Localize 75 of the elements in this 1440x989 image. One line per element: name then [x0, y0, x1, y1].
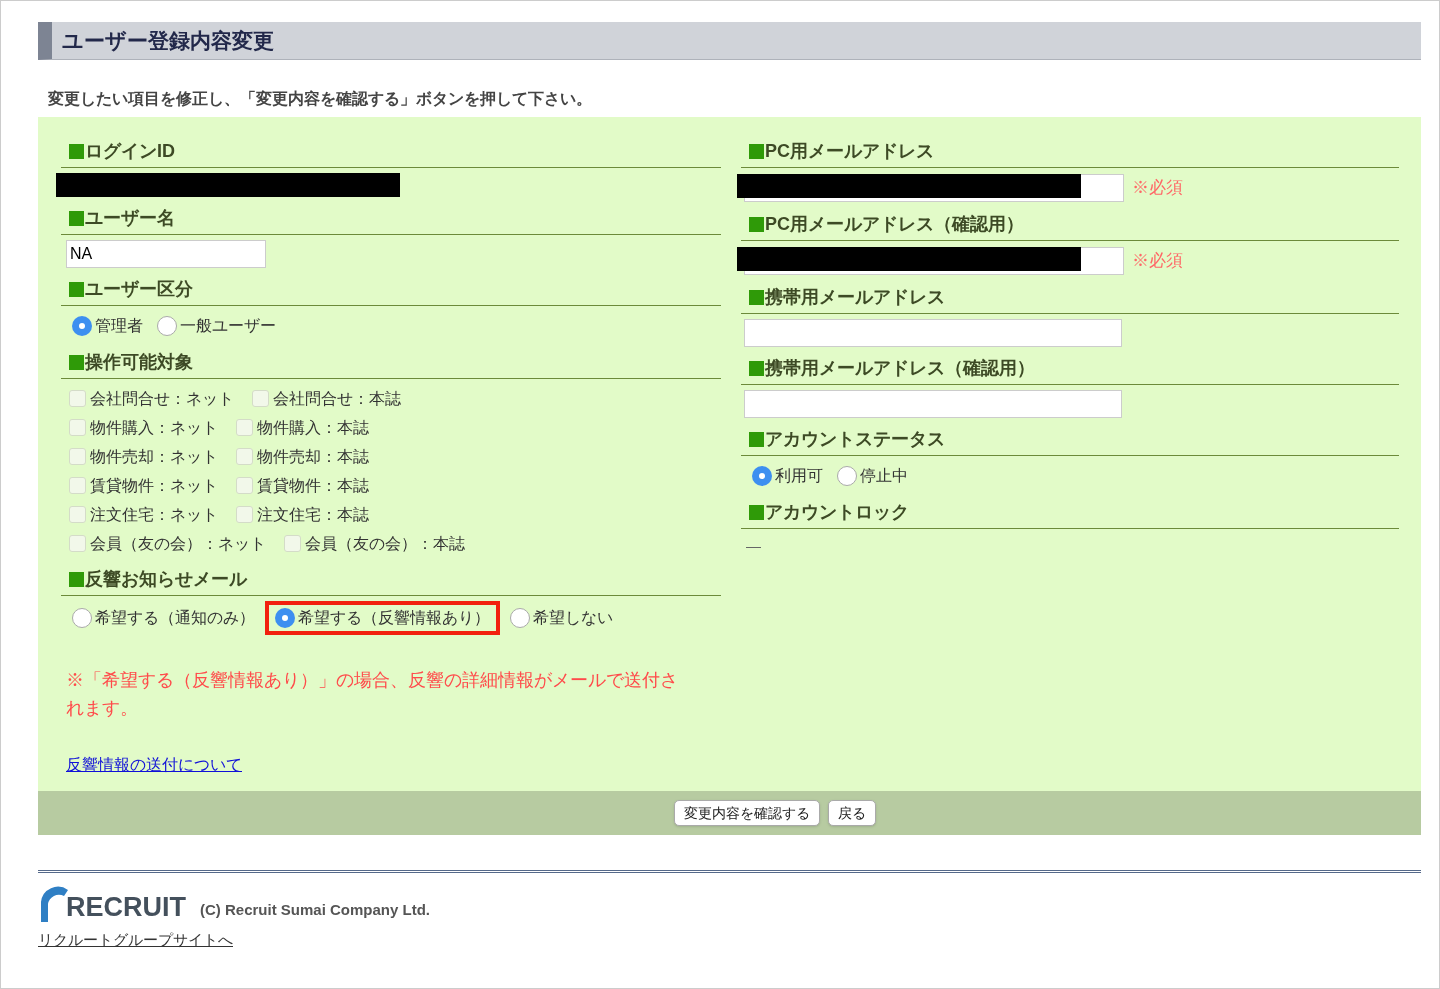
section-heading: アカウントロック: [765, 500, 909, 524]
radio-option[interactable]: 一般ユーザー: [153, 311, 280, 341]
square-icon: [749, 504, 764, 520]
radio-button[interactable]: [510, 608, 530, 628]
square-icon: [749, 431, 764, 447]
checkbox-label: 会社問合せ：ネット: [90, 388, 234, 409]
checkbox[interactable]: [236, 506, 253, 523]
group-site-link[interactable]: リクルートグループサイトへ: [38, 931, 233, 948]
copyright-text: (C) Recruit Sumai Company Ltd.: [200, 899, 431, 920]
checkbox-label: 物件購入：ネット: [90, 417, 218, 438]
section-heading: 反響お知らせメール: [85, 567, 247, 591]
checkbox[interactable]: [69, 419, 86, 436]
square-icon: [749, 289, 764, 305]
section-heading: 携帯用メールアドレス: [765, 285, 945, 309]
checkbox-label: 物件売却：ネット: [90, 446, 218, 467]
page-title: ユーザー登録内容変更: [62, 27, 274, 54]
logo-text: RECRUIT: [66, 894, 186, 921]
radio-option[interactable]: 停止中: [833, 461, 912, 491]
value-text: —: [745, 537, 761, 554]
checkbox-label: 物件購入：本誌: [257, 417, 369, 438]
instruction-text: 変更したい項目を修正し、「変更内容を確認する」ボタンを押して下さい。: [48, 90, 592, 107]
square-icon: [69, 281, 84, 297]
form-button[interactable]: 変更内容を確認する: [673, 800, 820, 826]
square-icon: [69, 143, 84, 159]
section-heading: 操作可能対象: [85, 350, 193, 374]
radio-button[interactable]: [837, 466, 857, 486]
checkbox[interactable]: [69, 506, 86, 523]
checkbox[interactable]: [69, 390, 86, 407]
square-icon: [69, 571, 84, 587]
highlighted-radio-option[interactable]: 希望する（反響情報あり）: [265, 601, 500, 635]
checkbox[interactable]: [236, 477, 253, 494]
radio-option[interactable]: 利用可: [748, 461, 827, 491]
checkbox[interactable]: [69, 477, 86, 494]
checkbox-label: 賃貸物件：ネット: [90, 475, 218, 496]
form-button[interactable]: 戻る: [827, 800, 876, 826]
radio-button[interactable]: [275, 608, 295, 628]
checkbox-label: 注文住宅：ネット: [90, 504, 218, 525]
checkbox[interactable]: [236, 419, 253, 436]
section-heading: アカウントステータス: [765, 427, 945, 451]
radio-button[interactable]: [72, 608, 92, 628]
radio-option[interactable]: 管理者: [68, 311, 147, 341]
square-icon: [749, 143, 764, 159]
checkbox[interactable]: [236, 448, 253, 465]
section-heading: ユーザー名: [85, 206, 175, 230]
required-note: ※必須: [1132, 177, 1183, 200]
square-icon: [69, 210, 84, 226]
input-field[interactable]: NA: [66, 240, 266, 268]
note-text: ※「希望する（反響情報あり）」の場合、反響の詳細情報がメールで送付されます。: [66, 669, 679, 720]
checkbox[interactable]: [252, 390, 269, 407]
checkbox[interactable]: [69, 535, 86, 552]
checkbox-label: 会員（友の会）：本誌: [305, 533, 465, 554]
checkbox-label: 注文住宅：本誌: [257, 504, 369, 525]
radio-button[interactable]: [72, 316, 92, 336]
checkbox-label: 会員（友の会）：ネット: [90, 533, 266, 554]
input-field[interactable]: [744, 319, 1122, 347]
radio-button[interactable]: [157, 316, 177, 336]
required-note: ※必須: [1132, 250, 1183, 273]
square-icon: [749, 216, 764, 232]
checkbox-label: 物件売却：本誌: [257, 446, 369, 467]
checkbox[interactable]: [284, 535, 301, 552]
section-heading: ログインID: [85, 139, 175, 163]
checkbox-label: 会社問合せ：本誌: [273, 388, 401, 409]
section-heading: 携帯用メールアドレス（確認用）: [765, 356, 1035, 380]
section-heading: PC用メールアドレス: [765, 139, 934, 163]
radio-option[interactable]: 希望する（通知のみ）: [68, 603, 259, 633]
checkbox[interactable]: [69, 448, 86, 465]
checkbox-label: 賃貸物件：本誌: [257, 475, 369, 496]
section-heading: ユーザー区分: [85, 277, 193, 301]
section-heading: PC用メールアドレス（確認用）: [765, 212, 1024, 236]
input-field[interactable]: [744, 390, 1122, 418]
info-link[interactable]: 反響情報の送付について: [66, 756, 242, 773]
square-icon: [749, 360, 764, 376]
radio-option[interactable]: 希望しない: [506, 603, 617, 633]
square-icon: [69, 354, 84, 370]
radio-button[interactable]: [752, 466, 772, 486]
